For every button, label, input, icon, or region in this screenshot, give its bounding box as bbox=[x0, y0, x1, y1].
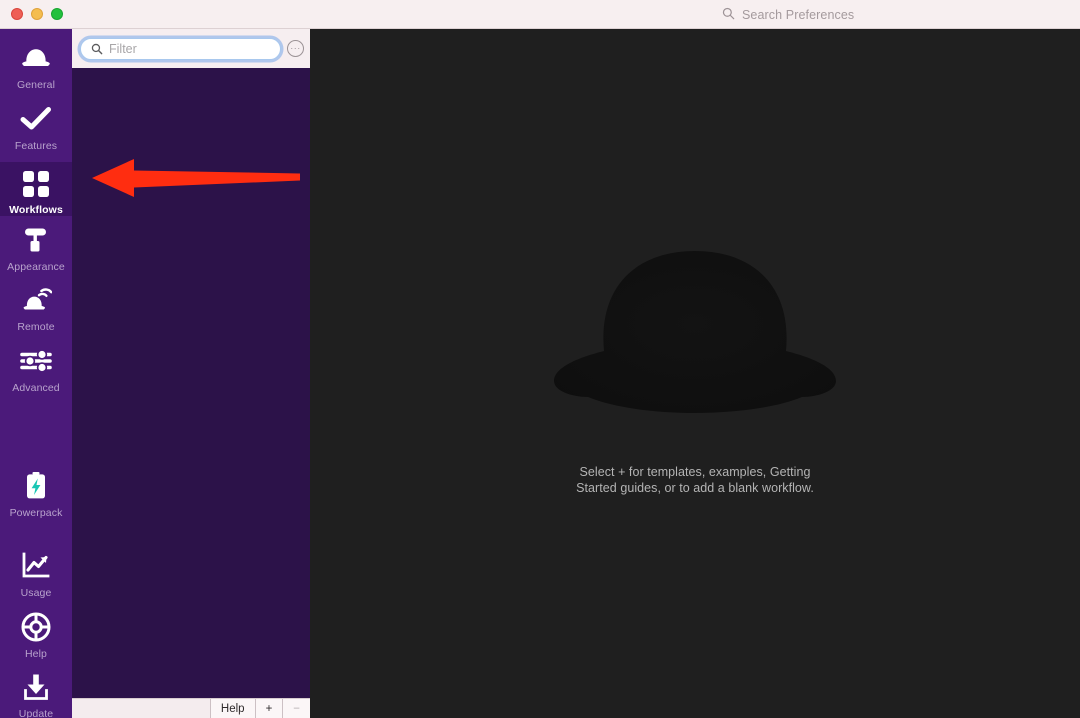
bowler-hat-watermark bbox=[310, 247, 1080, 423]
remote-wave-icon bbox=[20, 283, 52, 317]
alfred-preferences-window: Search Preferences General Features Work… bbox=[0, 0, 1080, 718]
sidebar-item-label: General bbox=[16, 79, 56, 91]
sidebar-item-label: Remote bbox=[17, 321, 55, 333]
empty-state-message: Select + for templates, examples, Gettin… bbox=[310, 465, 1080, 496]
empty-state-line-2: Started guides, or to add a blank workfl… bbox=[576, 480, 814, 495]
sidebar-item-appearance[interactable]: Appearance bbox=[0, 223, 72, 273]
sidebar-item-label: Advanced bbox=[12, 382, 60, 394]
sidebar-item-update[interactable]: Update bbox=[0, 670, 72, 718]
sidebar-item-label: Appearance bbox=[7, 261, 65, 273]
download-icon bbox=[22, 670, 50, 704]
checkmark-icon bbox=[20, 102, 52, 136]
help-button[interactable]: Help bbox=[209, 699, 255, 718]
sidebar-item-label: Update bbox=[18, 708, 54, 718]
sidebar-item-usage[interactable]: Usage bbox=[0, 549, 72, 599]
window-title-bar: Search Preferences bbox=[0, 0, 1080, 29]
workflow-filter-bar: Filter ··· bbox=[72, 29, 310, 68]
search-preferences-field[interactable]: Search Preferences bbox=[710, 4, 1068, 25]
sidebar-item-label: Features bbox=[14, 140, 58, 152]
sidebar-item-powerpack[interactable]: Powerpack bbox=[0, 469, 72, 519]
sidebar-item-workflows[interactable]: Workflows bbox=[0, 162, 72, 216]
workflow-list-panel: Filter ··· Help + − bbox=[72, 29, 310, 718]
sidebar-item-label: Workflows bbox=[9, 204, 63, 216]
paint-roller-icon bbox=[21, 223, 51, 257]
sidebar-item-general[interactable]: General bbox=[0, 41, 72, 91]
empty-state-line-1: Select + for templates, examples, Gettin… bbox=[579, 465, 811, 479]
battery-bolt-icon bbox=[23, 469, 49, 503]
sidebar-item-label: Usage bbox=[20, 587, 52, 599]
workflow-detail-pane: Select + for templates, examples, Gettin… bbox=[310, 29, 1080, 718]
zoom-button[interactable] bbox=[51, 8, 63, 20]
workflow-list-bottom-bar: Help + − bbox=[72, 698, 310, 718]
minimize-button[interactable] bbox=[31, 8, 43, 20]
sidebar-item-label: Powerpack bbox=[9, 507, 63, 519]
remove-button[interactable]: − bbox=[282, 699, 310, 718]
grid-squares-icon bbox=[22, 168, 50, 200]
sidebar-item-label: Help bbox=[25, 648, 47, 660]
sidebar-item-help[interactable]: Help bbox=[0, 610, 72, 660]
filter-input[interactable]: Filter bbox=[80, 37, 281, 60]
traffic-lights bbox=[11, 8, 63, 20]
filter-placeholder: Filter bbox=[109, 41, 137, 56]
ellipsis-circle-icon[interactable]: ··· bbox=[287, 40, 304, 57]
sidebar-item-remote[interactable]: Remote bbox=[0, 283, 72, 333]
search-icon bbox=[91, 43, 103, 55]
bowler-hat-icon bbox=[19, 41, 53, 75]
search-preferences-placeholder: Search Preferences bbox=[742, 7, 855, 22]
sliders-icon bbox=[20, 344, 52, 378]
ellipsis-glyph: ··· bbox=[290, 43, 301, 53]
sidebar-item-advanced[interactable]: Advanced bbox=[0, 344, 72, 394]
line-chart-icon bbox=[21, 549, 51, 583]
add-button[interactable]: + bbox=[254, 699, 283, 718]
life-ring-icon bbox=[21, 610, 51, 644]
sidebar-item-features[interactable]: Features bbox=[0, 102, 72, 152]
preferences-sidebar: General Features Workflows Appearance Re… bbox=[0, 29, 72, 718]
search-icon bbox=[722, 7, 735, 23]
close-button[interactable] bbox=[11, 8, 23, 20]
